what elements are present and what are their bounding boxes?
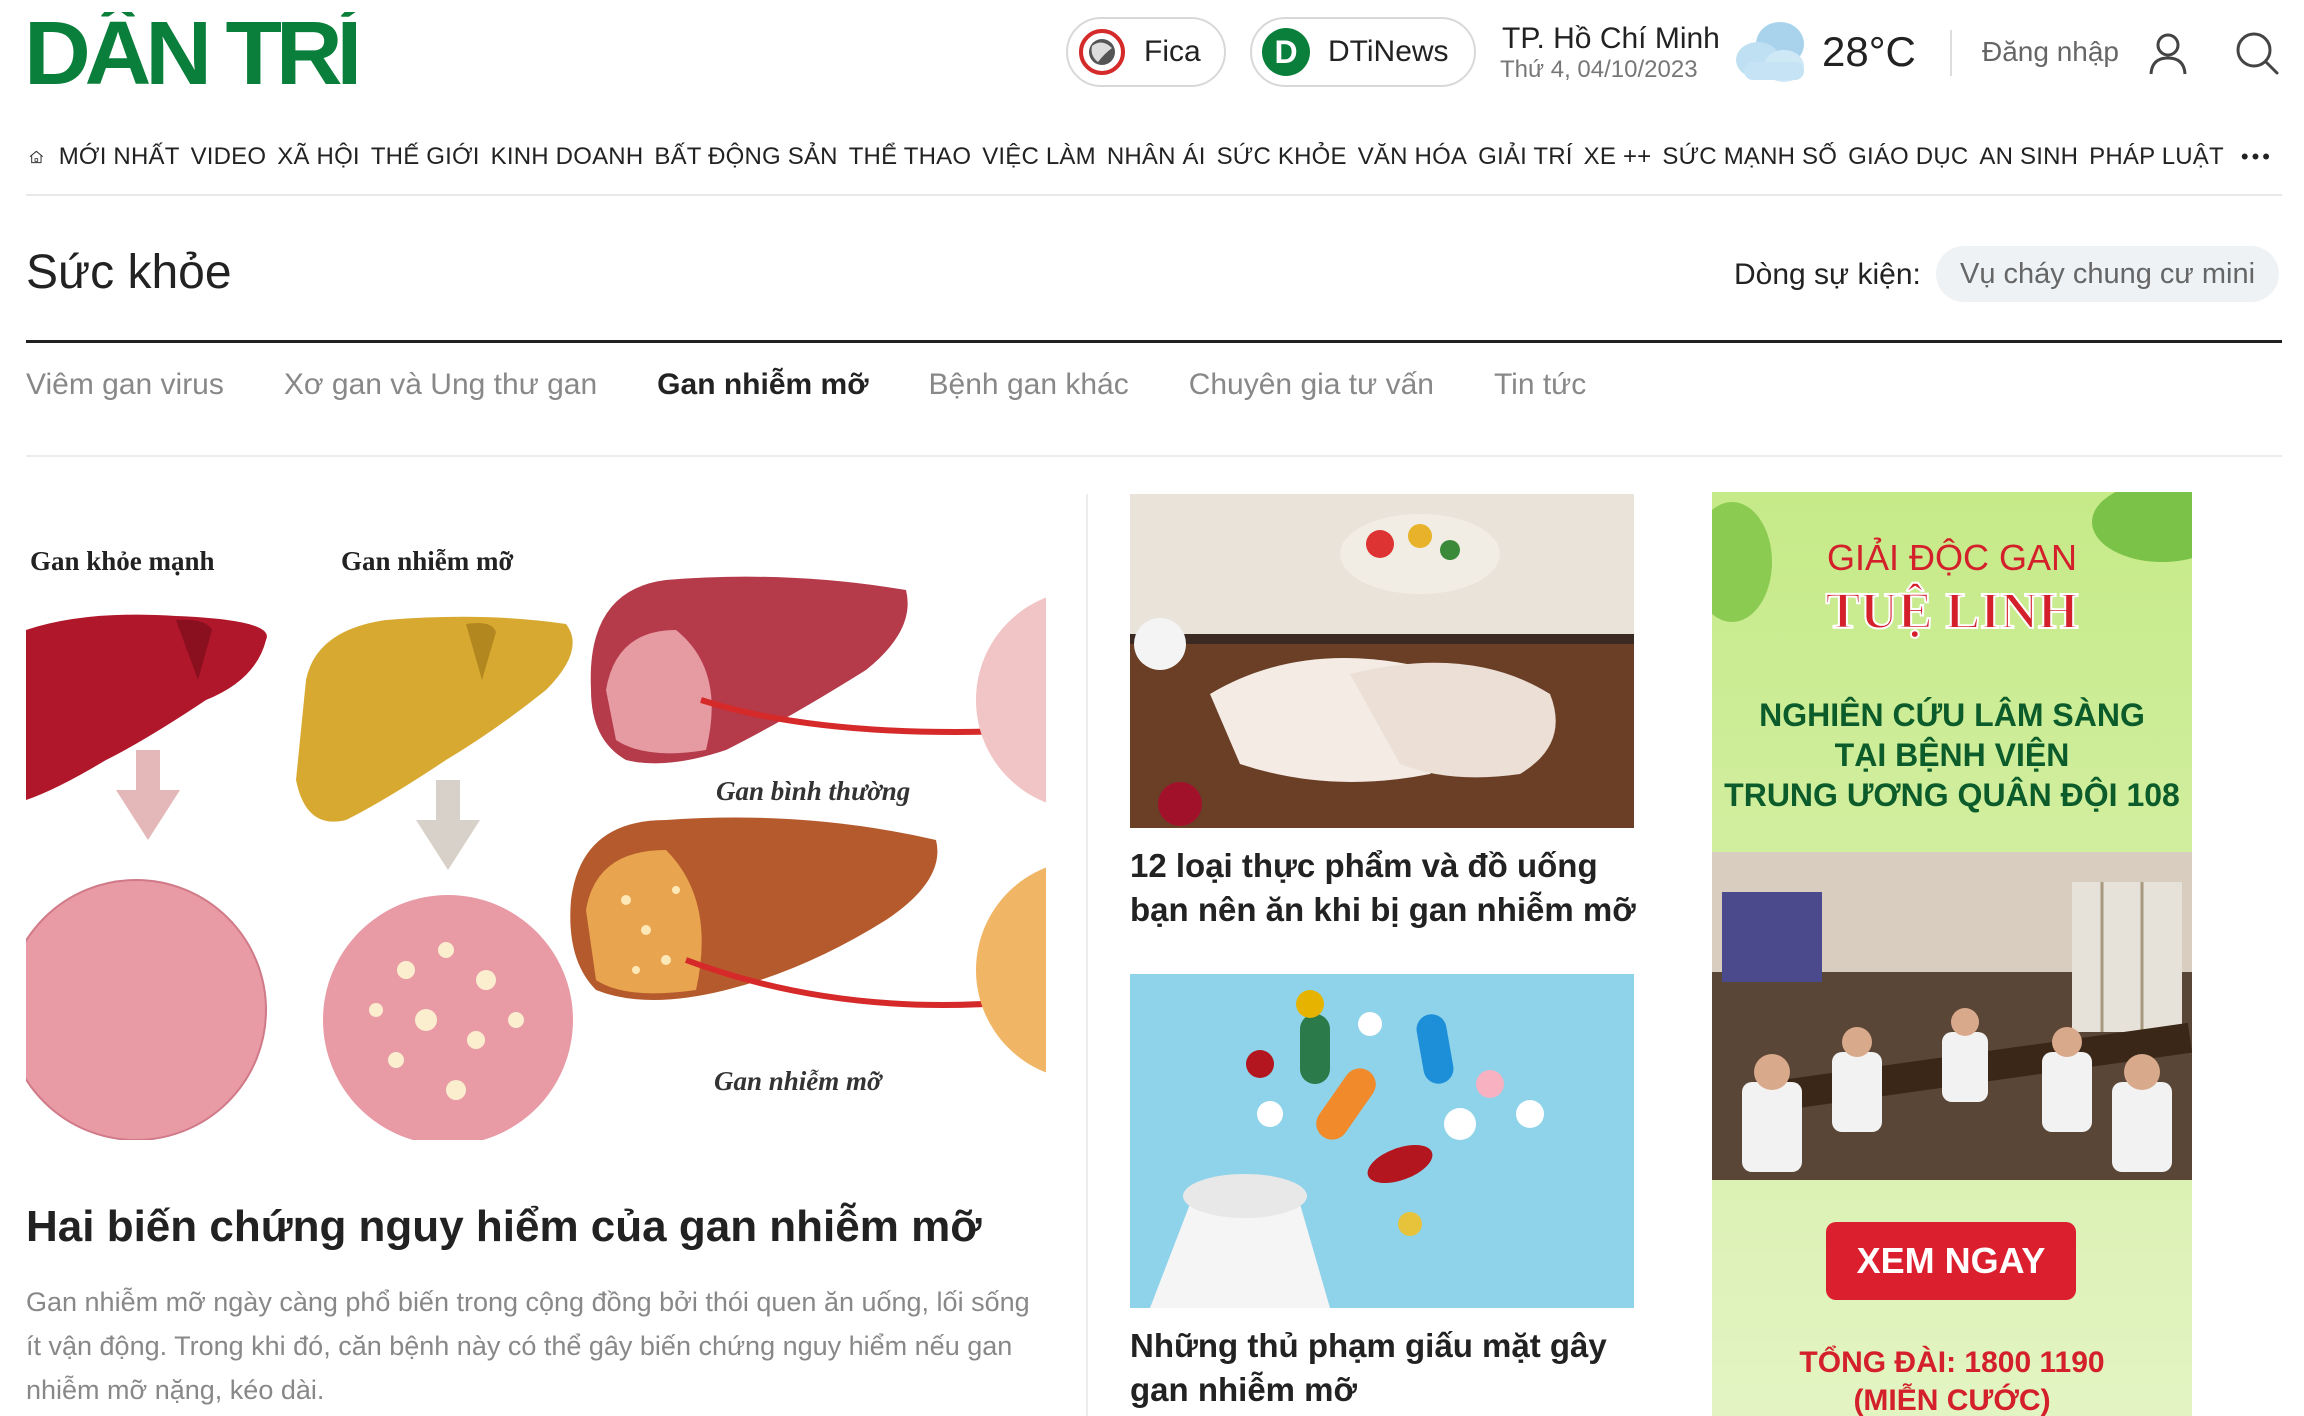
nav-item[interactable]: SỨC MẠNH SỐ — [1662, 143, 1837, 171]
nav-divider — [26, 194, 2282, 196]
subnav: Viêm gan virus Xơ gan và Ung thư gan Gan… — [26, 368, 1646, 402]
temperature: 28°C — [1822, 28, 1916, 75]
nav-item[interactable]: NHÂN ÁI — [1107, 143, 1206, 171]
search-icon[interactable] — [2234, 30, 2280, 76]
ad-free-text: (MIỄN CƯỚC) — [1853, 1383, 2050, 1416]
dtinews-icon: D — [1262, 28, 1310, 76]
login-link[interactable]: Đăng nhập — [1982, 36, 2119, 68]
ad-line1: GIẢI ĐỘC GAN — [1827, 537, 2077, 578]
ad-research-3: TRUNG ƯƠNG QUÂN ĐỘI 108 — [1724, 777, 2180, 813]
side-article-title[interactable]: Những thủ phạm giấu mặt gây gan nhiễm mỡ — [1130, 1324, 1640, 1412]
nav-item[interactable]: VIỆC LÀM — [982, 143, 1096, 171]
nav-item[interactable]: XÃ HỘI — [277, 143, 360, 171]
ad-brand: TUỆ LINH — [1826, 582, 2079, 640]
label-healthy: Gan khỏe mạnh — [30, 546, 215, 576]
label-fatty: Gan nhiễm mỡ — [341, 546, 514, 576]
main-article-title[interactable]: Hai biến chứng nguy hiểm của gan nhiễm m… — [26, 1202, 1046, 1252]
nav-item[interactable]: BẤT ĐỘNG SẢN — [654, 143, 837, 171]
ad-hotline: TỔNG ĐÀI: 1800 1190 (MIỄN CƯỚC) — [1799, 1345, 2104, 1416]
caption-normal: Gan bình thường — [716, 776, 910, 806]
ad-cta-button[interactable]: XEM NGAY — [1826, 1222, 2076, 1300]
dtinews-button[interactable]: D DTiNews — [1250, 17, 1476, 87]
nav-item[interactable]: KINH DOANH — [491, 143, 644, 171]
subnav-item[interactable]: Chuyên gia tư vấn — [1189, 368, 1434, 402]
liver-illustration[interactable]: Gan khỏe mạnh Gan nhiễm mỡ Gan bình thườ… — [26, 520, 1046, 1140]
cloud-icon — [1736, 22, 1804, 82]
svg-text:D: D — [1274, 34, 1297, 70]
nav-item[interactable]: GIÁO DỤC — [1848, 143, 1968, 171]
main-nav: MỚI NHẤT VIDEO XÃ HỘI THẾ GIỚI KINH DOAN… — [28, 132, 2284, 182]
nav-item[interactable]: AN SINH — [1979, 143, 2078, 171]
current-date: Thứ 4, 04/10/2023 — [1500, 56, 1698, 83]
fica-button[interactable]: Fica — [1066, 17, 1226, 87]
ad-research-2: TẠI BỆNH VIỆN — [1835, 737, 2070, 773]
caption-fatty: Gan nhiễm mỡ — [714, 1066, 883, 1096]
event-label: Dòng sự kiện: — [1734, 258, 1921, 291]
dantri-logo[interactable]: DÂN TRÍ — [24, 12, 356, 92]
fica-icon — [1078, 28, 1126, 76]
more-menu-icon[interactable]: ••• — [2241, 144, 2273, 170]
home-icon[interactable] — [28, 132, 45, 182]
nav-item[interactable]: PHÁP LUẬT — [2089, 143, 2224, 171]
main-article-sapo: Gan nhiễm mỡ ngày càng phổ biến trong cộ… — [26, 1287, 1030, 1405]
subnav-item[interactable]: Bệnh gan khác — [929, 368, 1129, 402]
nav-item[interactable]: VĂN HÓA — [1358, 143, 1467, 171]
article-image-pills[interactable] — [1130, 974, 1634, 1308]
article-image-fish[interactable] — [1130, 494, 1634, 828]
user-icon[interactable] — [2148, 32, 2188, 76]
subnav-item-active[interactable]: Gan nhiễm mỡ — [657, 368, 868, 402]
ad-research-1: NGHIÊN CỨU LÂM SÀNG — [1759, 697, 2145, 733]
column-divider — [1086, 494, 1088, 1416]
dtinews-label: DTiNews — [1328, 35, 1449, 68]
location-city: TP. Hồ Chí Minh — [1502, 22, 1720, 55]
logo-text: DÂN TRÍ — [24, 12, 356, 92]
subnav-divider — [26, 455, 2282, 457]
header-divider — [1950, 30, 1952, 76]
nav-item[interactable]: VIDEO — [191, 143, 267, 171]
nav-item[interactable]: GIẢI TRÍ — [1478, 143, 1573, 171]
nav-item[interactable]: SỨC KHỎE — [1217, 143, 1347, 171]
ad-hotline-text: TỔNG ĐÀI: 1800 1190 — [1799, 1345, 2104, 1379]
nav-item[interactable]: XE ++ — [1584, 143, 1652, 171]
subnav-item[interactable]: Tin tức — [1494, 368, 1586, 402]
event-chip[interactable]: Vụ cháy chung cư mini — [1936, 246, 2280, 302]
section-title: Sức khỏe — [26, 246, 232, 299]
nav-item[interactable]: MỚI NHẤT — [59, 143, 180, 171]
subnav-item[interactable]: Xơ gan và Ung thư gan — [284, 368, 597, 402]
subnav-item[interactable]: Viêm gan virus — [26, 368, 224, 402]
fica-label: Fica — [1144, 35, 1201, 68]
section-divider — [26, 340, 2282, 343]
nav-item[interactable]: THẾ GIỚI — [371, 143, 480, 171]
side-article-title[interactable]: 12 loại thực phẩm và đồ uống bạn nên ăn … — [1130, 844, 1640, 932]
nav-item[interactable]: THỂ THAO — [849, 143, 972, 171]
